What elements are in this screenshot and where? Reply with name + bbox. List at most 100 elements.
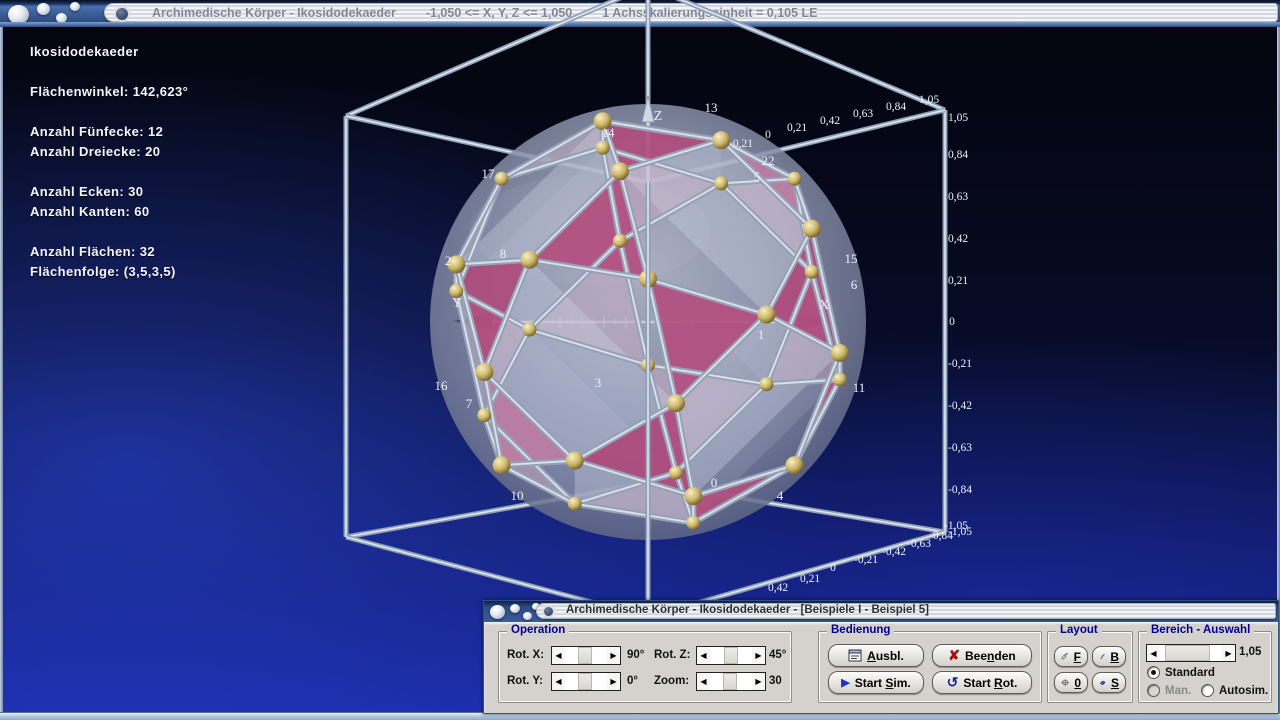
window-bubble-icon[interactable]: [490, 605, 505, 619]
info-line: Anzahl Fünfecke: 12: [30, 124, 188, 144]
fill-icon: [1099, 676, 1106, 689]
solid-info-block: Ikosidodekaeder Flächenwinkel: 142,623° …: [30, 44, 188, 284]
vertex-number-label: 16: [435, 378, 448, 394]
radio-icon[interactable]: [1201, 684, 1214, 697]
ausblenden-button[interactable]: Ausbl.: [828, 644, 924, 667]
info-line: Anzahl Flächen: 32: [30, 244, 188, 264]
scroll-right-icon[interactable]: ▶: [607, 673, 620, 690]
layout-origin-button[interactable]: 0: [1054, 672, 1088, 693]
axis-tick-label: 0,42: [768, 582, 788, 594]
rot-x-label: Rot. X:: [507, 649, 544, 661]
axis-tick-label: -0,42: [948, 400, 972, 412]
axis-tick-label: 0,21: [787, 122, 807, 134]
vertex-number-label: 17: [482, 166, 495, 182]
panel-titlebar: Archimedische Körper - Ikosidodekaeder -…: [484, 601, 1278, 622]
info-spacer: [30, 164, 188, 184]
y-axis-label: Y: [452, 296, 462, 312]
info-spacer: [30, 104, 188, 124]
vertex-number-label: 2: [445, 253, 452, 269]
scrollbar-thumb[interactable]: [1165, 645, 1210, 661]
window-bubble-icon[interactable]: [523, 612, 532, 620]
axis-tick-label: 0,21: [800, 573, 820, 585]
scrollbar-track[interactable]: [710, 673, 752, 690]
scrollbar-thumb[interactable]: [723, 673, 737, 690]
scroll-left-icon[interactable]: ◀: [552, 673, 565, 690]
rot-z-value: 45°: [769, 649, 786, 661]
group-layout-label: Layout: [1056, 624, 1102, 636]
group-operation-label: Operation: [507, 624, 569, 636]
vertex-number-label: 1: [758, 327, 765, 343]
scrollbar-thumb[interactable]: [578, 673, 592, 690]
window-icon: [848, 649, 862, 662]
info-line: Anzahl Dreiecke: 20: [30, 144, 188, 164]
axis-tick-label: -0,84: [948, 484, 972, 496]
beenden-button[interactable]: ✘ Beenden: [932, 644, 1032, 667]
axis-tick-label: -0,21: [854, 554, 878, 566]
scrollbar-track[interactable]: [565, 647, 607, 664]
vertex-number-label: 8: [500, 246, 507, 262]
window-bubble-icon[interactable]: [510, 604, 520, 613]
start-sim-button[interactable]: ▶ Start Sim.: [828, 671, 924, 694]
group-bereich: Bereich - Auswahl ◀ ▶ 1,05 Standard Man.: [1138, 631, 1272, 703]
axis-tick-label: 0,21: [948, 275, 968, 287]
axis-tick-label: 0,42: [948, 233, 968, 245]
scroll-left-icon[interactable]: ◀: [697, 647, 710, 664]
scrollbar-track[interactable]: [710, 647, 752, 664]
rot-x-scrollbar[interactable]: ◀ ▶: [551, 646, 621, 665]
rot-z-scrollbar[interactable]: ◀ ▶: [696, 646, 766, 665]
info-spacer: [30, 224, 188, 244]
brush-icon: [1061, 650, 1069, 663]
scroll-left-icon[interactable]: ◀: [697, 673, 710, 690]
pen-icon: [1099, 650, 1105, 663]
play-icon: ▶: [841, 676, 849, 689]
scroll-right-icon[interactable]: ▶: [752, 673, 765, 690]
panel-title: Archimedische Körper - Ikosidodekaeder -…: [566, 604, 929, 616]
group-layout: Layout F B 0 S: [1047, 631, 1133, 703]
axis-tick-label: 0: [765, 129, 771, 141]
rot-z-label: Rot. Z:: [654, 649, 690, 661]
scroll-right-icon[interactable]: ▶: [607, 647, 620, 664]
scrollbar-thumb[interactable]: [724, 647, 738, 664]
vertex-number-label: 5: [754, 169, 761, 185]
axis-tick-label: -0,63: [907, 538, 931, 550]
vertex-number-label: 22: [762, 153, 775, 169]
app-ring-icon: [542, 605, 555, 618]
info-line: Flächenfolge: (3,5,3,5): [30, 264, 188, 284]
zoom-scrollbar[interactable]: ◀ ▶: [696, 672, 766, 691]
layout-s-button[interactable]: S: [1092, 672, 1126, 693]
radio-manuell[interactable]: Man.: [1147, 684, 1191, 697]
radio-standard[interactable]: Standard: [1147, 666, 1215, 679]
scrollbar-thumb[interactable]: [578, 647, 592, 664]
rot-y-value: 0°: [627, 675, 638, 687]
scrollbar-track[interactable]: [1160, 645, 1222, 661]
vertex-number-label: 14: [602, 125, 615, 141]
scroll-right-icon[interactable]: ▶: [752, 647, 765, 664]
axis-tick-label: 0,84: [886, 101, 906, 113]
scrollbar-track[interactable]: [565, 673, 607, 690]
scroll-left-icon[interactable]: ◀: [552, 647, 565, 664]
axis-tick-label: 0,84: [948, 149, 968, 161]
vertex-number-label: 6: [851, 277, 858, 293]
panel-titlebar-plate: Archimedische Körper - Ikosidodekaeder -…: [536, 603, 1276, 619]
layout-b-button[interactable]: B: [1092, 646, 1126, 667]
axis-tick-label: 0,63: [853, 108, 873, 120]
vertex-number-label: 15: [845, 251, 858, 267]
scroll-left-icon[interactable]: ◀: [1147, 645, 1160, 661]
vertex-number-label: 10: [511, 488, 524, 504]
rot-y-scrollbar[interactable]: ◀ ▶: [551, 672, 621, 691]
info-line: Anzahl Ecken: 30: [30, 184, 188, 204]
vertex-number-label: 7: [466, 396, 473, 412]
group-bedienung: Bedienung Ausbl. ✘ Beenden ▶ Start Sim. …: [818, 631, 1042, 703]
radio-icon[interactable]: [1147, 684, 1160, 697]
group-operation: Operation Rot. X: ◀ ▶ 90° Rot. Y: ◀ ▶ 0°…: [498, 631, 792, 703]
scroll-right-icon[interactable]: ▶: [1222, 645, 1235, 661]
axis-tick-label: -0,21: [729, 138, 753, 150]
app-window: Archimedische Körper - Ikosidodekaeder -…: [0, 0, 1280, 720]
start-rot-button[interactable]: ↺ Start Rot.: [932, 671, 1032, 694]
rotate-icon: ↺: [947, 674, 959, 691]
bereich-scrollbar[interactable]: ◀ ▶: [1146, 644, 1236, 662]
vertex-number-label: 13: [705, 100, 718, 116]
radio-icon[interactable]: [1147, 666, 1160, 679]
layout-f-button[interactable]: F: [1054, 646, 1088, 667]
radio-autosim[interactable]: Autosim.: [1201, 684, 1268, 697]
